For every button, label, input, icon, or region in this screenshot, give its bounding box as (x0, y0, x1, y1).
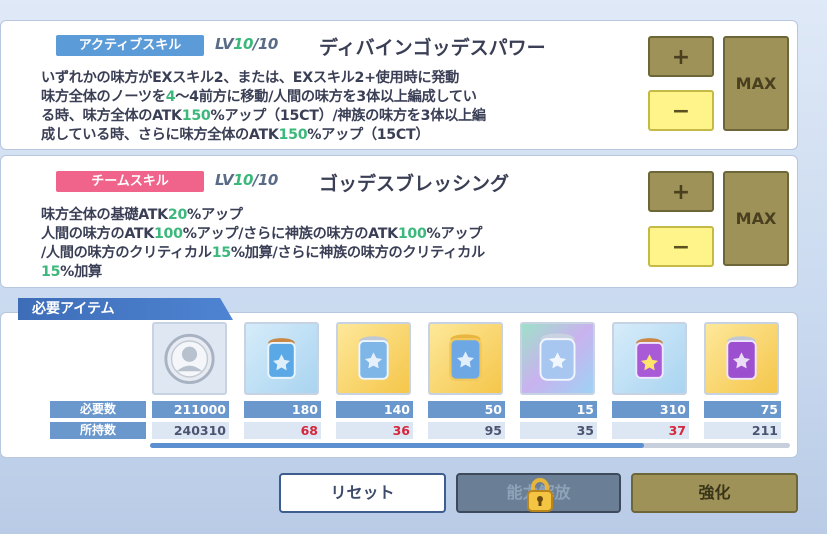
desc-line: 15%加算 (41, 264, 102, 280)
skill-level: LV10/10 (215, 35, 278, 53)
purple-jar-small-icon[interactable] (612, 322, 687, 395)
blue-jar-large-icon[interactable] (428, 322, 503, 395)
lock-icon (524, 476, 556, 514)
rainbow-jar-icon[interactable] (520, 322, 595, 395)
skill-description: いずれかの味方がEXスキル2、または、EXスキル2+使用時に発動 味方全体のノー… (41, 69, 621, 145)
skill2-plus-button[interactable]: + (648, 171, 714, 212)
required-count: 310 (612, 401, 689, 418)
owned-count: 240310 (152, 422, 229, 439)
purple-jar-medium-icon[interactable] (704, 322, 779, 395)
level-prefix: LV (215, 171, 234, 189)
level-current: 10 (233, 35, 253, 53)
level-current: 10 (233, 171, 253, 189)
items-scroll-thumb[interactable] (150, 443, 644, 448)
reset-button[interactable]: リセット (279, 473, 446, 513)
owned-count: 36 (336, 422, 413, 439)
blue-jar-medium-icon[interactable] (336, 322, 411, 395)
skill-name: ゴッデスブレッシング (319, 173, 510, 195)
skill-description: 味方全体の基礎ATK20%アップ 人間の味方のATK100%アップ/さらに神族の… (41, 206, 621, 282)
enhance-button[interactable]: 強化 (631, 473, 798, 513)
skill2-minus-button[interactable]: − (648, 226, 714, 267)
skill1-max-button[interactable]: MAX (723, 36, 789, 131)
team-skill-tag: チームスキル (56, 171, 204, 192)
skill2-max-button[interactable]: MAX (723, 171, 789, 266)
desc-line: 味方全体の基礎ATK20%アップ (41, 207, 243, 223)
desc-line: 人間の味方のATK100%アップ/さらに神族の味方のATK100%アップ (41, 226, 483, 242)
required-count: 140 (336, 401, 413, 418)
owned-count-label: 所持数 (50, 422, 146, 439)
required-count: 75 (704, 401, 781, 418)
desc-line: いずれかの味方がEXスキル2、または、EXスキル2+使用時に発動 (41, 70, 459, 86)
desc-line: 味方全体のノーツを4〜4前方に移動/人間の味方を3体以上編成してい (41, 89, 477, 105)
skill-name: ディバインゴッデスパワー (319, 37, 546, 59)
required-count: 15 (520, 401, 597, 418)
required-count: 50 (428, 401, 505, 418)
owned-count: 68 (244, 422, 321, 439)
level-max: /10 (252, 35, 278, 53)
blue-jar-small-icon[interactable] (244, 322, 319, 395)
owned-count: 95 (428, 422, 505, 439)
skill1-plus-button[interactable]: + (648, 36, 714, 77)
required-count: 211000 (152, 401, 229, 418)
skill1-minus-button[interactable]: − (648, 90, 714, 131)
desc-line: る時、味方全体のATK150%アップ（15CT）/神族の味方を3体以上編 (41, 108, 486, 124)
skill-level: LV10/10 (215, 171, 278, 189)
owned-count: 211 (704, 422, 781, 439)
level-prefix: LV (215, 35, 234, 53)
desc-line: /人間の味方のクリティカル15%加算/さらに神族の味方のクリティカル (41, 245, 485, 261)
desc-line: 成している時、さらに味方全体のATK150%アップ（15CT） (41, 127, 430, 143)
required-count: 180 (244, 401, 321, 418)
required-items-header: 必要アイテム (18, 298, 233, 320)
level-max: /10 (252, 171, 278, 189)
owned-count: 35 (520, 422, 597, 439)
active-skill-tag: アクティブスキル (56, 35, 204, 56)
silver-coin-icon[interactable] (152, 322, 227, 395)
owned-count: 37 (612, 422, 689, 439)
required-count-label: 必要数 (50, 401, 146, 418)
